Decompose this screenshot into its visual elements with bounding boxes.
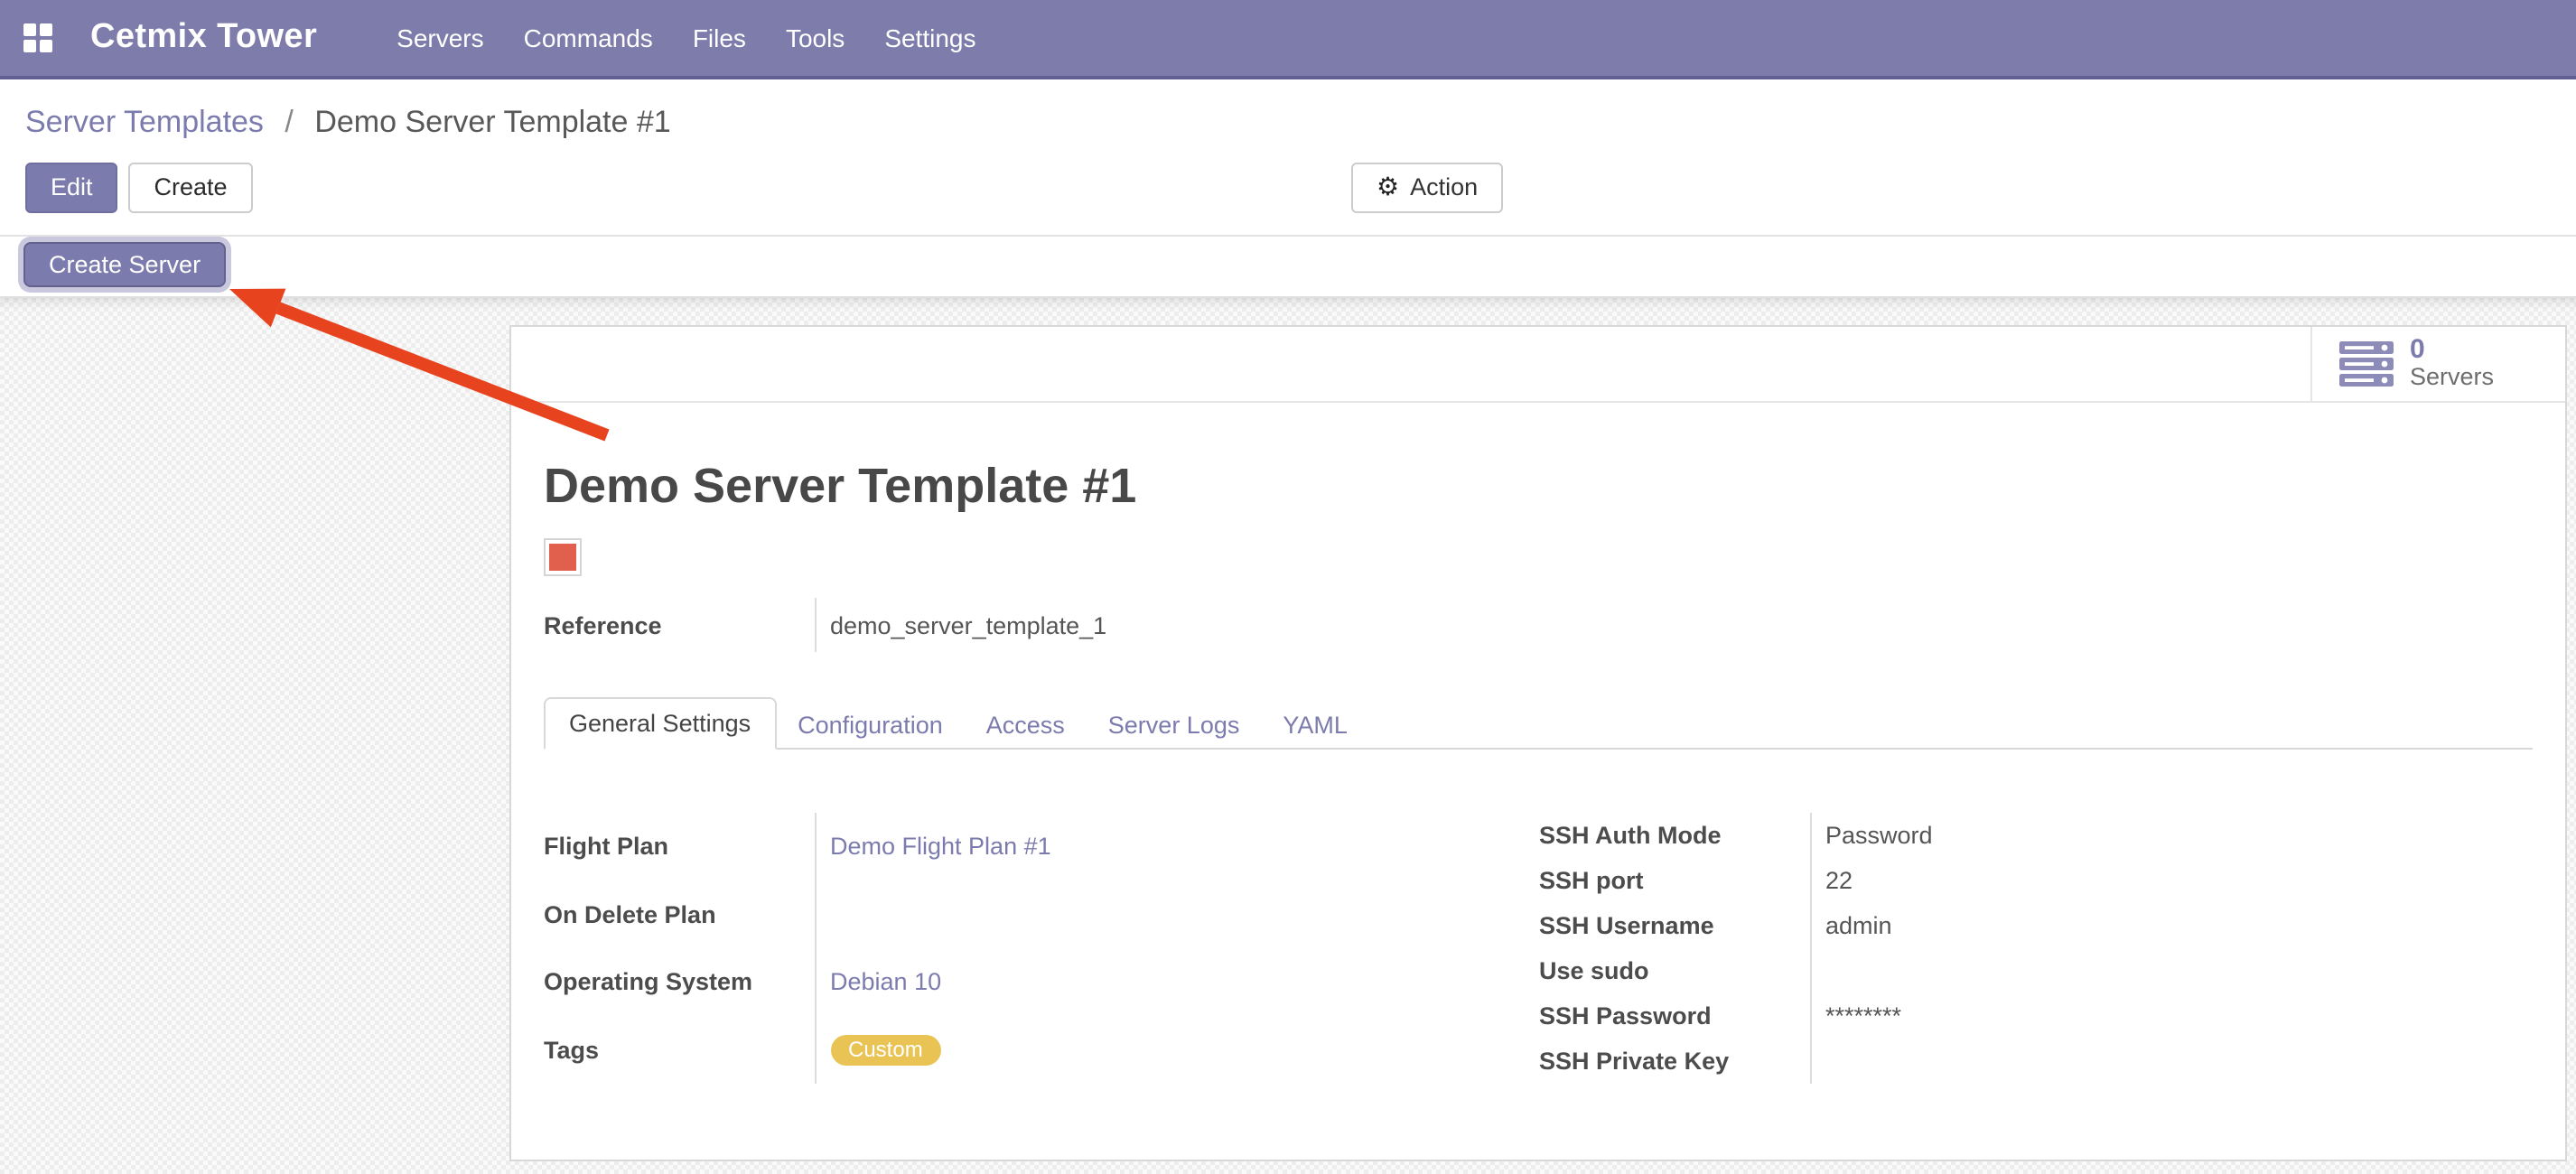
field-label: SSH Auth Mode [1539,813,1810,858]
app-window: Cetmix Tower Servers Commands Files Tool… [0,0,2576,1174]
field-value [815,880,1539,948]
field-label: SSH Private Key [1539,1039,1810,1084]
tab-server-logs[interactable]: Server Logs [1087,701,1262,750]
form-sheet: 0 Servers Demo Server Template #1 Refere… [509,325,2567,1161]
field-label: SSH port [1539,858,1810,903]
field-row: SSH Auth Mode Password [1539,813,2533,858]
field-row: SSH port 22 [1539,858,2533,903]
servers-count: 0 [2410,336,2494,365]
action-button-label: Action [1410,173,1478,202]
server-stack-icon [2339,341,2394,387]
left-field-group: Flight Plan Demo Flight Plan #1 On Delet… [544,813,1539,1084]
breadcrumb-current: Demo Server Template #1 [314,105,670,139]
breadcrumb-parent-link[interactable]: Server Templates [25,105,264,139]
field-row: Reference demo_server_template_1 [544,598,1227,652]
tab-yaml[interactable]: YAML [1261,701,1369,750]
field-label: Operating System [544,948,815,1016]
breadcrumb-separator: / [285,105,293,139]
field-row: SSH Private Key [1539,1039,2533,1084]
field-label: SSH Password [1539,993,1810,1039]
servers-stat-text: 0 Servers [2410,336,2494,392]
create-button[interactable]: Create [129,163,253,213]
record-title: Demo Server Template #1 [544,459,2533,515]
apps-grid-icon[interactable] [23,23,52,52]
flight-plan-link[interactable]: Demo Flight Plan #1 [830,834,1051,861]
stat-button-box: 0 Servers [511,327,2565,403]
form-view-background: 0 Servers Demo Server Template #1 Refere… [0,298,2576,1174]
tag-badge: Custom [830,1035,941,1066]
field-label: Reference [544,598,815,652]
field-value: ******** [1810,993,2533,1039]
sheet-body: Demo Server Template #1 Reference demo_s… [511,459,2565,1084]
field-row: SSH Password ******** [1539,993,2533,1039]
notebook-tabs: General Settings Configuration Access Se… [544,694,2533,750]
field-value: demo_server_template_1 [815,598,1227,652]
right-field-group: SSH Auth Mode Password SSH port 22 SSH U… [1539,813,2533,1084]
nav-item-files[interactable]: Files [673,0,766,76]
field-label: Tags [544,1016,815,1084]
tab-access[interactable]: Access [965,701,1087,750]
top-navbar: Cetmix Tower Servers Commands Files Tool… [0,0,2576,79]
reference-group: Reference demo_server_template_1 [544,598,1227,652]
field-label: Flight Plan [544,813,815,880]
nav-item-commands[interactable]: Commands [504,0,673,76]
tab-configuration[interactable]: Configuration [776,701,965,750]
control-buttons: Edit Create [25,163,2576,213]
app-brand[interactable]: Cetmix Tower [90,18,317,58]
field-row: Use sudo [1539,948,2533,993]
field-label: Use sudo [1539,948,1810,993]
field-label: SSH Username [1539,903,1810,948]
control-panel: Server Templates / Demo Server Template … [0,79,2576,237]
nav-item-servers[interactable]: Servers [377,0,503,76]
field-value [1810,948,2533,993]
edit-button[interactable]: Edit [25,163,118,213]
nav-item-settings[interactable]: Settings [864,0,995,76]
servers-label: Servers [2410,366,2494,392]
field-row: Flight Plan Demo Flight Plan #1 [544,813,1539,880]
nav-item-tools[interactable]: Tools [766,0,864,76]
breadcrumb: Server Templates / Demo Server Template … [25,103,2576,143]
object-toolbar: Create Server [0,237,2576,298]
tab-content-general-settings: Flight Plan Demo Flight Plan #1 On Delet… [544,750,2533,1084]
create-server-button[interactable]: Create Server [23,242,226,287]
field-value: admin [1810,903,2533,948]
field-label: On Delete Plan [544,880,815,948]
field-value: 22 [1810,858,2533,903]
gear-icon: ⚙ [1377,175,1399,200]
apps-grid-icon-svg [23,23,52,52]
color-swatch [544,538,582,576]
field-row: SSH Username admin [1539,903,2533,948]
action-button[interactable]: ⚙ Action [1351,163,1503,213]
tab-general-settings[interactable]: General Settings [544,697,776,750]
servers-stat-button[interactable]: 0 Servers [2310,327,2565,401]
field-row: Operating System Debian 10 [544,948,1539,1016]
operating-system-link[interactable]: Debian 10 [830,969,941,996]
field-row: On Delete Plan [544,880,1539,948]
field-row: Tags Custom [544,1016,1539,1084]
field-value: Password [1810,813,2533,858]
field-value [1810,1039,2533,1084]
